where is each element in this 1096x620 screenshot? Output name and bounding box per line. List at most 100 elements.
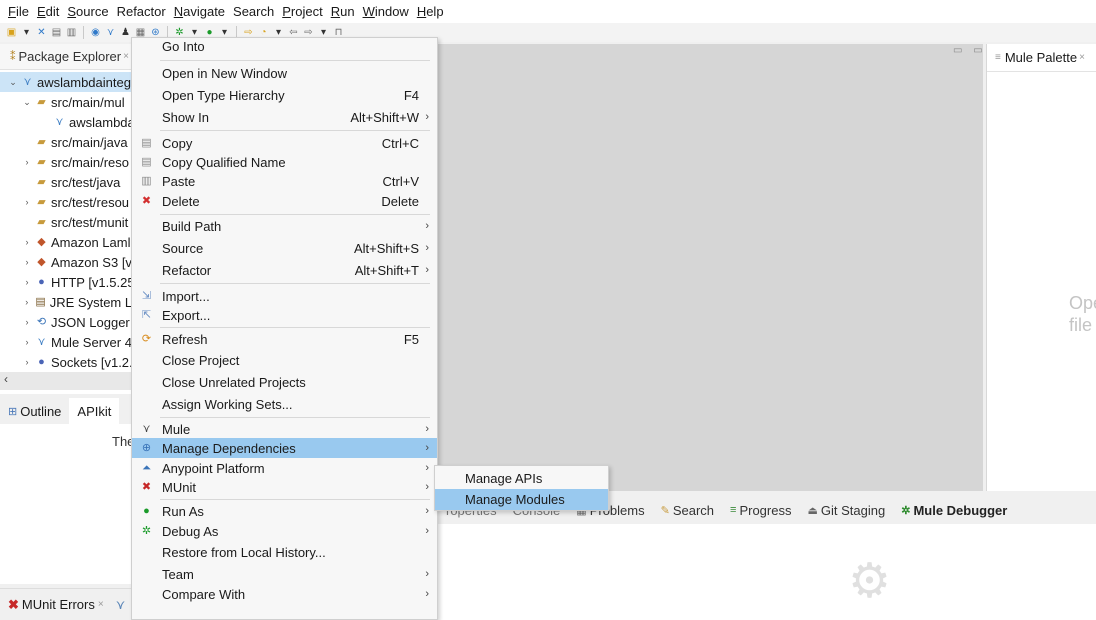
tree-item[interactable]: ⌄ ▰ src/main/mul [0,92,135,112]
menu-item-label: Open Type Hierarchy [162,87,285,103]
tree-item[interactable]: › ● HTTP [v1.5.25 [0,272,135,292]
close-icon[interactable]: × [98,599,104,610]
menu-item-refactor[interactable]: Refactor Alt+Shift+T › [132,260,437,280]
menu-edit[interactable]: Edit [33,4,63,19]
menu-item-run-as[interactable]: ● Run As › [132,501,437,521]
menu-project[interactable]: Project [278,4,326,19]
chevron-right-icon[interactable]: › [22,337,32,347]
chevron-left-icon[interactable]: ‹ [4,372,8,386]
menu-label: ile [15,4,29,19]
chevron-right-icon[interactable]: › [22,237,32,247]
tree-item[interactable]: ▰ src/test/munit [0,212,135,232]
gear-icon: ⚙ [848,555,892,608]
chevron-right-icon[interactable]: › [22,257,32,267]
menu-item-assign-working-sets[interactable]: Assign Working Sets... [132,394,437,414]
tab-package-explorer[interactable]: ⁑ Package Explorer × [0,44,134,70]
save-icon[interactable]: ▤ [51,27,62,38]
tree-item[interactable]: › ▤ JRE System Li [0,292,135,312]
submenu-item-label: Manage Modules [465,492,565,507]
menu-item-close-unrelated-projects[interactable]: Close Unrelated Projects [132,372,437,392]
submenu-item-manage-modules[interactable]: Manage Modules [435,489,608,510]
tree-item[interactable]: › ⟲ JSON Logger [0,312,135,332]
tab-search[interactable]: ✎ Search [653,503,722,518]
menu-item-compare-with[interactable]: Compare With › [132,584,437,604]
menu-item-anypoint-platform[interactable]: ⏶ Anypoint Platform › [132,458,437,478]
menu-item-manage-dependencies[interactable]: ⊕ Manage Dependencies › [132,438,437,458]
tree-item[interactable]: ▰ src/test/java [0,172,135,192]
menu-item-paste[interactable]: ▥ Paste Ctrl+V [132,171,437,191]
menu-window[interactable]: Window [359,4,413,19]
editor-area[interactable] [438,44,983,491]
dropdown-arrow-icon[interactable]: ▾ [21,27,32,38]
menu-refactor[interactable]: Refactor [113,4,170,19]
menu-item-copy[interactable]: ▤ Copy Ctrl+C [132,133,437,153]
save-all-icon[interactable]: ▥ [66,27,77,38]
deploy-icon[interactable]: ♟ [120,27,131,38]
menu-item-shortcut: Ctrl+C [381,135,419,151]
chevron-down-icon[interactable]: ⌄ [8,77,18,88]
tab-mule-palette[interactable]: ≡ Mule Palette × [987,44,1096,72]
tree-item-label: JSON Logger [51,314,130,330]
chevron-right-icon[interactable]: › [22,357,32,367]
close-icon[interactable]: × [1079,52,1085,63]
tree-item[interactable]: › ● Sockets [v1.2. [0,352,135,372]
new-icon[interactable]: ▣ [6,27,17,38]
publish-icon[interactable]: ◉ [90,27,101,38]
mule-tab-icon[interactable]: ⋎ [116,597,126,613]
menu-search[interactable]: Search [229,4,278,19]
menu-item-label: Team [162,566,194,582]
menu-item-restore-from-local-history[interactable]: Restore from Local History... [132,542,437,562]
tab-progress[interactable]: ≡ Progress [722,503,799,518]
close-icon[interactable]: × [123,51,129,62]
menu-item-source[interactable]: Source Alt+Shift+S › [132,238,437,258]
chevron-right-icon[interactable]: › [22,297,31,307]
menu-item-team[interactable]: Team › [132,564,437,584]
menu-source[interactable]: Source [63,4,112,19]
tree-item[interactable]: ⌄ ⋎ awslambdainteg [0,72,135,92]
menu-item-open-in-new-window[interactable]: Open in New Window [132,63,437,83]
menu-item-copy-qualified-name[interactable]: ▤ Copy Qualified Name [132,152,437,172]
menu-item-open-type-hierarchy[interactable]: Open Type Hierarchy F4 [132,85,437,105]
chevron-right-icon[interactable]: › [22,317,32,327]
menu-item-munit[interactable]: ✖ MUnit › [132,477,437,497]
menu-item-import[interactable]: ⇲ Import... [132,286,437,306]
chevron-right-icon[interactable]: › [22,277,32,287]
menu-item-show-in[interactable]: Show In Alt+Shift+W › [132,107,437,127]
mule-new-icon[interactable]: ✕ [36,27,47,38]
tree-item[interactable]: › ◆ Amazon Laml [0,232,135,252]
mule-icon[interactable]: ⋎ [105,27,116,38]
horizontal-scrollbar[interactable]: ‹ [0,372,135,390]
menu-item-go-into[interactable]: Go Into [132,38,437,56]
outline-icon: ⊞ [8,405,18,418]
menu-item-refresh[interactable]: ⟳ Refresh F5 [132,329,437,349]
submenu-item-manage-apis[interactable]: Manage APIs [435,468,608,489]
menu-item-export[interactable]: ⇱ Export... [132,305,437,325]
menu-item-label: Go Into [162,38,205,54]
tab-outline[interactable]: ⊞ Outline [0,398,69,424]
tree-item[interactable]: › ▰ src/test/resou [0,192,135,212]
menu-run[interactable]: Run [327,4,359,19]
menu-item-delete[interactable]: ✖ Delete Delete [132,191,437,211]
menu-item-mule[interactable]: ⋎ Mule › [132,419,437,439]
tab-git-staging[interactable]: ⏏ Git Staging [799,503,893,518]
tree-item[interactable]: ⋎ awslambda [0,112,135,132]
tree-item[interactable]: › ◆ Amazon S3 [v [0,252,135,272]
menu-item-label: MUnit [162,479,196,495]
tree-item[interactable]: ▰ src/main/java [0,132,135,152]
tab-apikit[interactable]: APIkit [69,398,120,424]
menu-help[interactable]: Help [413,4,448,19]
menu-file[interactable]: File [4,4,33,19]
tab-mule-debugger[interactable]: ✲ Mule Debugger [893,503,1015,518]
menu-item-close-project[interactable]: Close Project [132,350,437,370]
menu-item-build-path[interactable]: Build Path › [132,216,437,236]
menu-item-debug-as[interactable]: ✲ Debug As › [132,521,437,541]
import-icon: ⇲ [141,289,152,302]
tree-item[interactable]: › ⋎ Mule Server 4 [0,332,135,352]
editor-window-controls[interactable]: ▭ ▭ [953,45,987,56]
chevron-right-icon[interactable]: › [22,157,32,167]
tab-munit-errors[interactable]: ✖ MUnit Errors × ⋎ [0,588,135,620]
menu-navigate[interactable]: Navigate [170,4,229,19]
chevron-right-icon[interactable]: › [22,197,32,207]
tree-item[interactable]: › ▰ src/main/reso [0,152,135,172]
chevron-down-icon[interactable]: ⌄ [22,97,32,108]
